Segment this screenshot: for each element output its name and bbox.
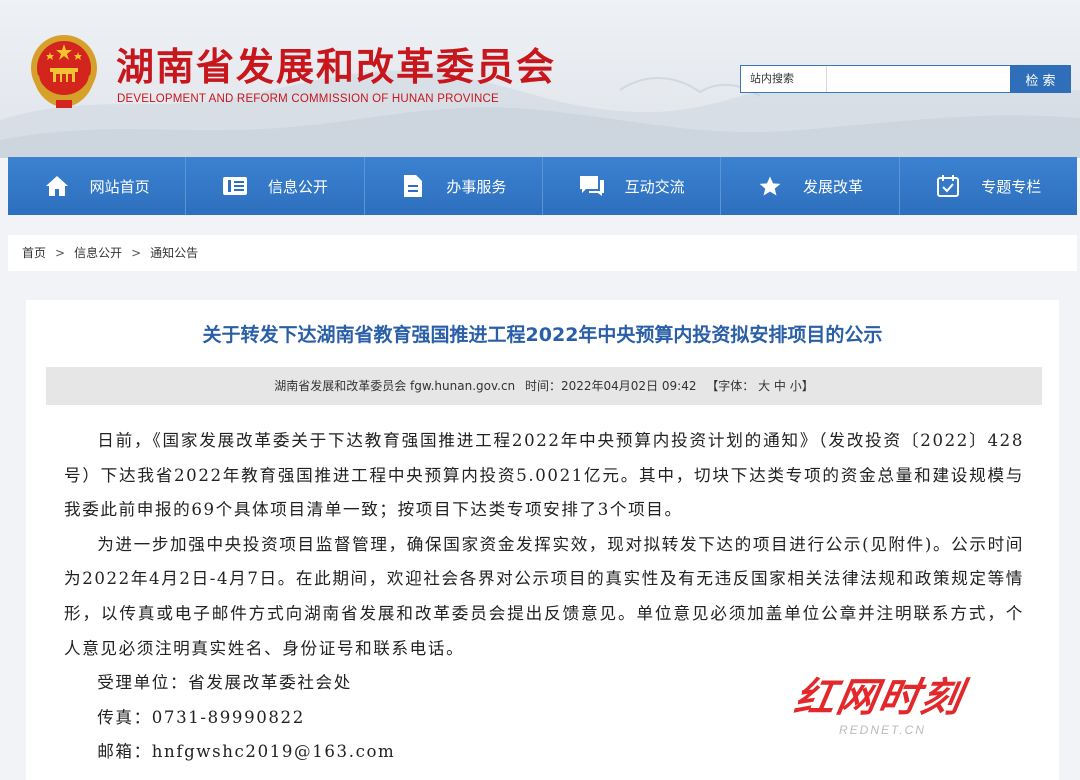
search-button[interactable]: 检 索 bbox=[1010, 65, 1071, 93]
article-paragraph: 日前，《国家发展改革委关于下达教育强国推进工程2022年中央预算内投资计划的通知… bbox=[64, 431, 1024, 520]
national-emblem-icon bbox=[31, 35, 97, 108]
calendar-check-icon bbox=[935, 174, 961, 198]
breadcrumb-separator: > bbox=[131, 246, 142, 260]
article-source: 湖南省发展和改革委员会 fgw.hunan.gov.cn bbox=[274, 379, 516, 393]
site-title: 湖南省发展和改革委员会 bbox=[116, 45, 557, 89]
breadcrumb: 首页 > 信息公开 > 通知公告 bbox=[8, 235, 1077, 271]
nav-item-interact[interactable]: 互动交流 bbox=[543, 157, 722, 215]
font-size-switcher[interactable]: 【字体： 大 中 小】 bbox=[706, 379, 813, 393]
main-nav: 网站首页 信息公开 办事服务 互动交流 发展改革 专题专栏 bbox=[8, 157, 1077, 215]
search-box: 站内搜索 检 索 bbox=[740, 65, 1071, 93]
home-icon bbox=[44, 174, 70, 198]
book-icon bbox=[222, 174, 248, 198]
document-icon bbox=[400, 174, 426, 198]
nav-item-info[interactable]: 信息公开 bbox=[186, 157, 365, 215]
rednet-watermark: 红网时刻 REDNET.CN bbox=[791, 675, 985, 746]
star-icon bbox=[757, 174, 783, 198]
breadcrumb-info[interactable]: 信息公开 bbox=[74, 246, 122, 260]
search-input[interactable] bbox=[828, 66, 1010, 92]
article-paragraph: 为进一步加强中央投资项目监督管理，确保国家资金发挥实效，现对拟转发下达的项目进行… bbox=[64, 534, 1024, 658]
nav-item-home[interactable]: 网站首页 bbox=[8, 157, 187, 215]
article-title: 关于转发下达湖南省教育强国推进工程2022年中央预算内投资拟安排项目的公示 bbox=[202, 324, 883, 346]
watermark-sub-text: REDNET.CN bbox=[839, 723, 926, 737]
nav-label: 信息公开 bbox=[267, 177, 328, 196]
chat-icon bbox=[579, 174, 605, 198]
search-label: 站内搜索 bbox=[741, 66, 827, 92]
nav-label: 互动交流 bbox=[624, 177, 685, 196]
site-subtitle: DEVELOPMENT AND REFORM COMMISSION OF HUN… bbox=[117, 93, 499, 105]
nav-label: 办事服务 bbox=[446, 177, 507, 196]
breadcrumb-notices[interactable]: 通知公告 bbox=[150, 246, 198, 260]
nav-item-reform[interactable]: 发展改革 bbox=[721, 157, 900, 215]
nav-item-topics[interactable]: 专题专栏 bbox=[900, 157, 1077, 215]
watermark-logo-text: 红网时刻 bbox=[790, 675, 968, 721]
site-header: 湖南省发展和改革委员会 DEVELOPMENT AND REFORM COMMI… bbox=[0, 0, 1080, 158]
nav-label: 发展改革 bbox=[802, 177, 863, 196]
nav-label: 网站首页 bbox=[89, 177, 150, 196]
article-time: 时间：2022年04月02日 09:42 bbox=[524, 379, 697, 393]
breadcrumb-separator: > bbox=[55, 246, 66, 260]
breadcrumb-home[interactable]: 首页 bbox=[22, 246, 46, 260]
article-meta: 湖南省发展和改革委员会 fgw.hunan.gov.cn 时间：2022年04月… bbox=[46, 367, 1042, 405]
nav-label: 专题专栏 bbox=[981, 177, 1042, 196]
nav-item-service[interactable]: 办事服务 bbox=[365, 157, 543, 215]
